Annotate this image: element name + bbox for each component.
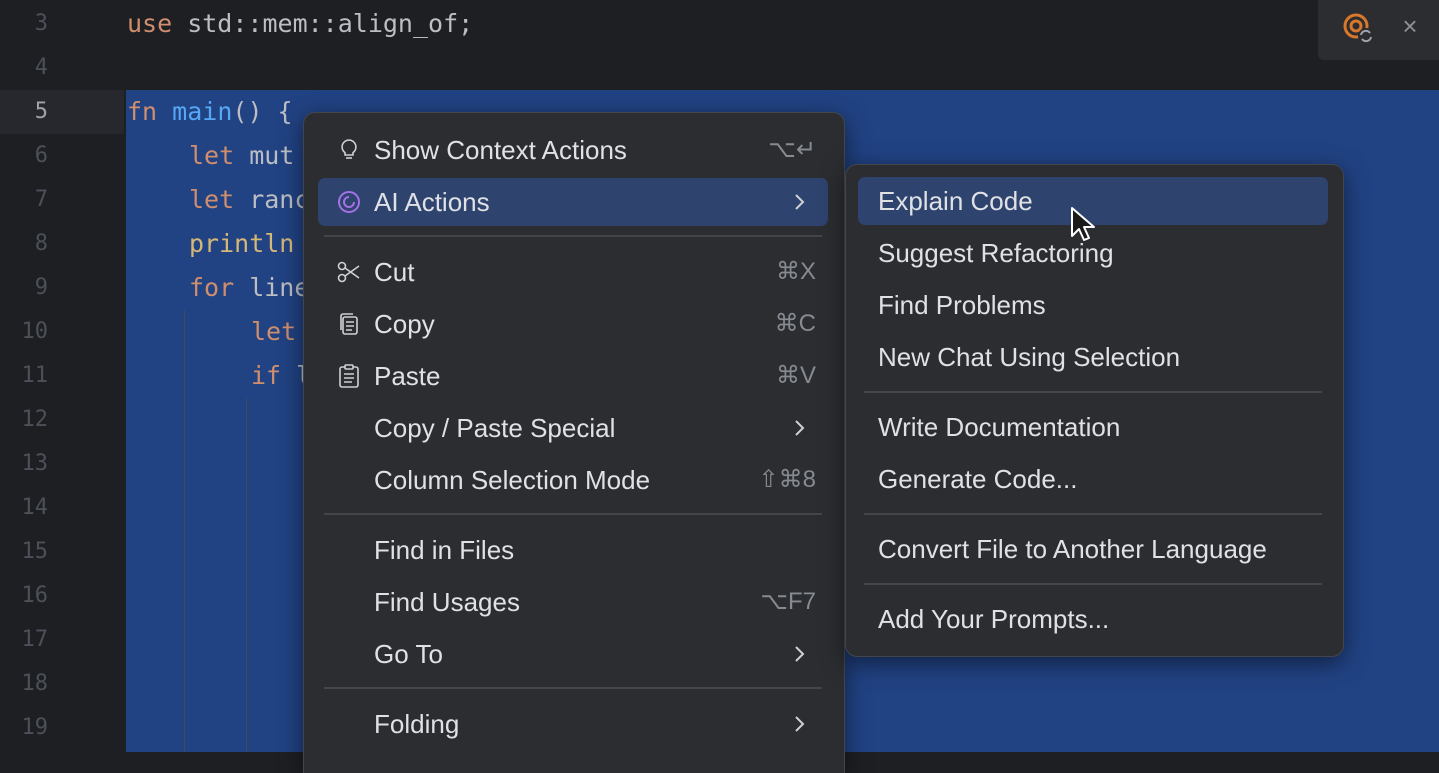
scissors-icon (337, 261, 360, 283)
menu-item-label: Write Documentation (878, 412, 1121, 442)
menu-item-label: Copy (374, 309, 435, 339)
shortcut: ⌥F7 (760, 588, 816, 615)
menu-item-column-selection-mode[interactable]: Column Selection Mode ⇧⌘8 (318, 456, 828, 504)
menu-separator (324, 687, 822, 689)
menu-item-label: Paste (374, 361, 441, 391)
menu-separator (864, 583, 1322, 585)
close-icon[interactable]: × (1398, 13, 1422, 39)
shortcut: ⇧⌘8 (758, 466, 816, 493)
copy-icon (340, 313, 358, 335)
menu-item-label: Explain Code (878, 186, 1033, 216)
editor-context-menu: Show Context Actions ⌥↵ AI Actions Cut ⌘… (303, 112, 845, 773)
code-line-10[interactable]: let (251, 310, 296, 354)
line-number: 7 (34, 187, 48, 212)
submenu-item-new-chat-using-selection[interactable]: New Chat Using Selection (858, 333, 1328, 381)
submenu-item-convert-file[interactable]: Convert File to Another Language (858, 525, 1328, 573)
menu-separator (864, 513, 1322, 515)
menu-item-show-context-actions[interactable]: Show Context Actions ⌥↵ (318, 126, 828, 174)
shortcut: ⌘X (775, 258, 816, 285)
submenu-item-add-your-prompts[interactable]: Add Your Prompts... (858, 595, 1328, 643)
indent-guide (246, 398, 247, 752)
line-number: 3 (34, 11, 48, 36)
menu-item-label: Convert File to Another Language (878, 534, 1267, 564)
line-number: 17 (21, 627, 49, 652)
ai-assistant-refresh-icon[interactable] (1342, 12, 1376, 46)
menu-separator (864, 391, 1322, 393)
menu-item-find-in-files[interactable]: Find in Files (318, 526, 828, 574)
mouse-cursor-icon (1071, 207, 1095, 241)
chevron-right-icon (795, 194, 805, 210)
menu-item-label: Find Usages (374, 587, 520, 617)
menu-separator (324, 513, 822, 515)
shortcut: ⌘V (775, 362, 816, 389)
menu-item-label: Add Your Prompts... (878, 604, 1110, 634)
line-number: 6 (34, 143, 48, 168)
line-number: 19 (21, 715, 49, 740)
menu-item-label: Folding (374, 709, 460, 739)
lightbulb-icon (341, 139, 357, 159)
menu-item-label: Find in Files (374, 535, 515, 565)
menu-item-find-usages[interactable]: Find Usages ⌥F7 (318, 578, 828, 626)
line-number: 14 (21, 495, 49, 520)
submenu-item-find-problems[interactable]: Find Problems (858, 281, 1328, 329)
line-number: 8 (34, 231, 48, 256)
menu-item-cut[interactable]: Cut ⌘X (318, 248, 828, 296)
indent-guide (184, 310, 185, 752)
menu-item-label: Go To (374, 639, 443, 669)
menu-item-go-to[interactable]: Go To (318, 630, 828, 678)
line-number: 18 (21, 671, 49, 696)
menu-item-copy-paste-special[interactable]: Copy / Paste Special (318, 404, 828, 452)
line-number: 10 (21, 319, 49, 344)
code-line-9[interactable]: for line (189, 266, 309, 310)
line-number: 4 (34, 55, 48, 80)
submenu-item-write-documentation[interactable]: Write Documentation (858, 403, 1328, 451)
menu-item-label: Show Context Actions (374, 135, 627, 165)
menu-item-label: Copy / Paste Special (374, 413, 616, 443)
line-number: 15 (21, 539, 49, 564)
clipboard-icon (339, 364, 359, 388)
shortcut: ⌘C (774, 310, 816, 337)
code-line-3[interactable]: use std::mem::align_of; (127, 2, 473, 46)
menu-item-copy[interactable]: Copy ⌘C (318, 300, 828, 348)
line-number: 12 (21, 407, 49, 432)
code-line-5[interactable]: fn main() { (127, 90, 293, 134)
menu-item-label: Find Problems (878, 290, 1046, 320)
line-number: 13 (21, 451, 49, 476)
menu-item-paste[interactable]: Paste ⌘V (318, 352, 828, 400)
code-line-6[interactable]: let mut (189, 134, 294, 178)
chevron-right-icon (795, 716, 805, 732)
menu-item-label: Generate Code... (878, 464, 1078, 494)
code-line-8[interactable]: println (189, 222, 294, 266)
menu-item-label: Column Selection Mode (374, 465, 651, 495)
ai-spiral-icon (338, 191, 360, 213)
line-number-gutter: 3 4 5 6 7 8 9 10 11 12 13 14 15 16 17 18… (0, 0, 124, 752)
line-number-current: 5 (34, 99, 48, 124)
submenu-item-generate-code[interactable]: Generate Code... (858, 455, 1328, 503)
shortcut: ⌥↵ (768, 136, 816, 163)
code-line-7[interactable]: let ranc (189, 178, 309, 222)
menu-item-folding[interactable]: Folding (318, 700, 828, 748)
menu-item-label: AI Actions (374, 187, 490, 217)
chevron-right-icon (795, 646, 805, 662)
menu-item-label: New Chat Using Selection (878, 342, 1181, 372)
menu-item-ai-actions[interactable]: AI Actions (318, 178, 828, 226)
line-number: 16 (21, 583, 49, 608)
menu-separator (324, 235, 822, 237)
line-number: 9 (34, 275, 48, 300)
menu-item-label: Cut (374, 257, 415, 287)
chevron-right-icon (795, 420, 805, 436)
line-number: 11 (21, 363, 49, 388)
